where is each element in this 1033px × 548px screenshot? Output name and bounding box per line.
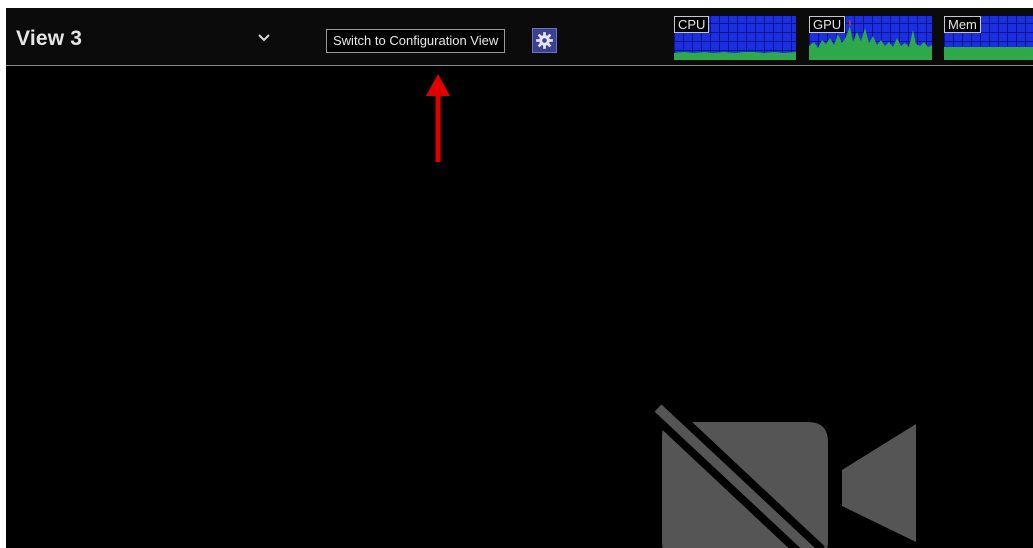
view-header-bar: View 3 Switch to Configuration View CPU …	[6, 8, 1033, 66]
view-title: View 3	[16, 27, 83, 50]
cpu-monitor-label: CPU	[674, 16, 710, 33]
annotation-arrow	[426, 74, 450, 162]
memory-usage-monitor: Mem	[944, 16, 1033, 60]
gear-icon	[536, 32, 553, 49]
gpu-monitor-label: GPU	[809, 16, 846, 33]
chevron-down-icon	[258, 34, 270, 42]
gpu-usage-monitor: GPU	[809, 16, 932, 60]
video-off-icon	[647, 396, 916, 548]
cpu-usage-monitor: CPU	[674, 16, 796, 60]
video-view-window: View 3 Switch to Configuration View CPU …	[6, 8, 1033, 548]
view-selector-dropdown[interactable]	[252, 28, 276, 48]
settings-button[interactable]	[532, 28, 557, 53]
switch-to-configuration-view-button[interactable]: Switch to Configuration View	[326, 29, 506, 53]
mem-monitor-label: Mem	[944, 16, 981, 33]
